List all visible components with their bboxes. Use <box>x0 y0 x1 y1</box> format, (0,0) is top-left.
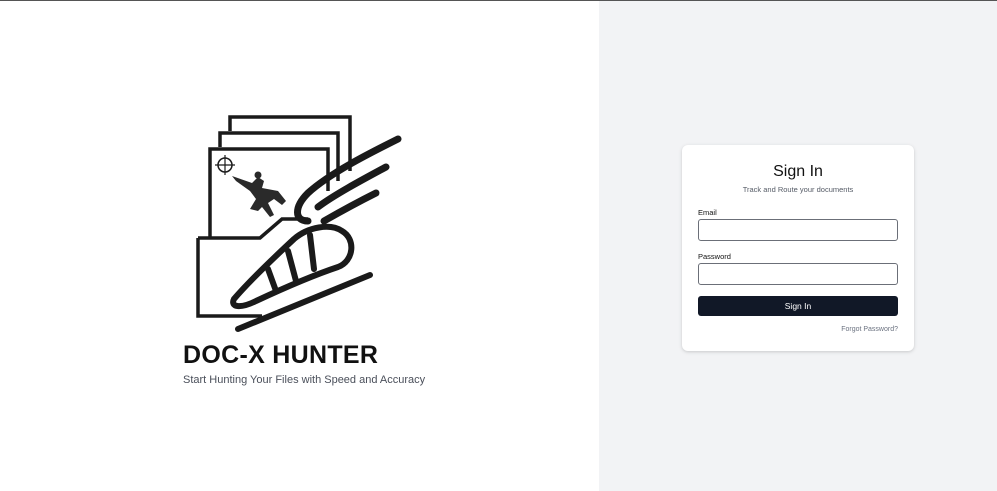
brand-panel: DOC-X HUNTER Start Hunting Your Files wi… <box>0 1 599 491</box>
signin-button[interactable]: Sign In <box>698 296 898 316</box>
winged-shoe-documents-logo-icon <box>196 115 402 332</box>
password-field[interactable] <box>698 263 898 285</box>
email-field[interactable] <box>698 219 898 241</box>
brand-tagline: Start Hunting Your Files with Speed and … <box>183 374 426 386</box>
forgot-password-link[interactable]: Forgot Password? <box>841 326 898 333</box>
password-label: Password <box>698 252 731 261</box>
signin-title: Sign In <box>773 163 823 180</box>
email-label: Email <box>698 208 717 217</box>
brand-title: DOC-X HUNTER <box>183 341 379 369</box>
signin-card: Sign In Track and Route your documents E… <box>682 145 914 351</box>
signin-subtitle: Track and Route your documents <box>742 185 854 194</box>
